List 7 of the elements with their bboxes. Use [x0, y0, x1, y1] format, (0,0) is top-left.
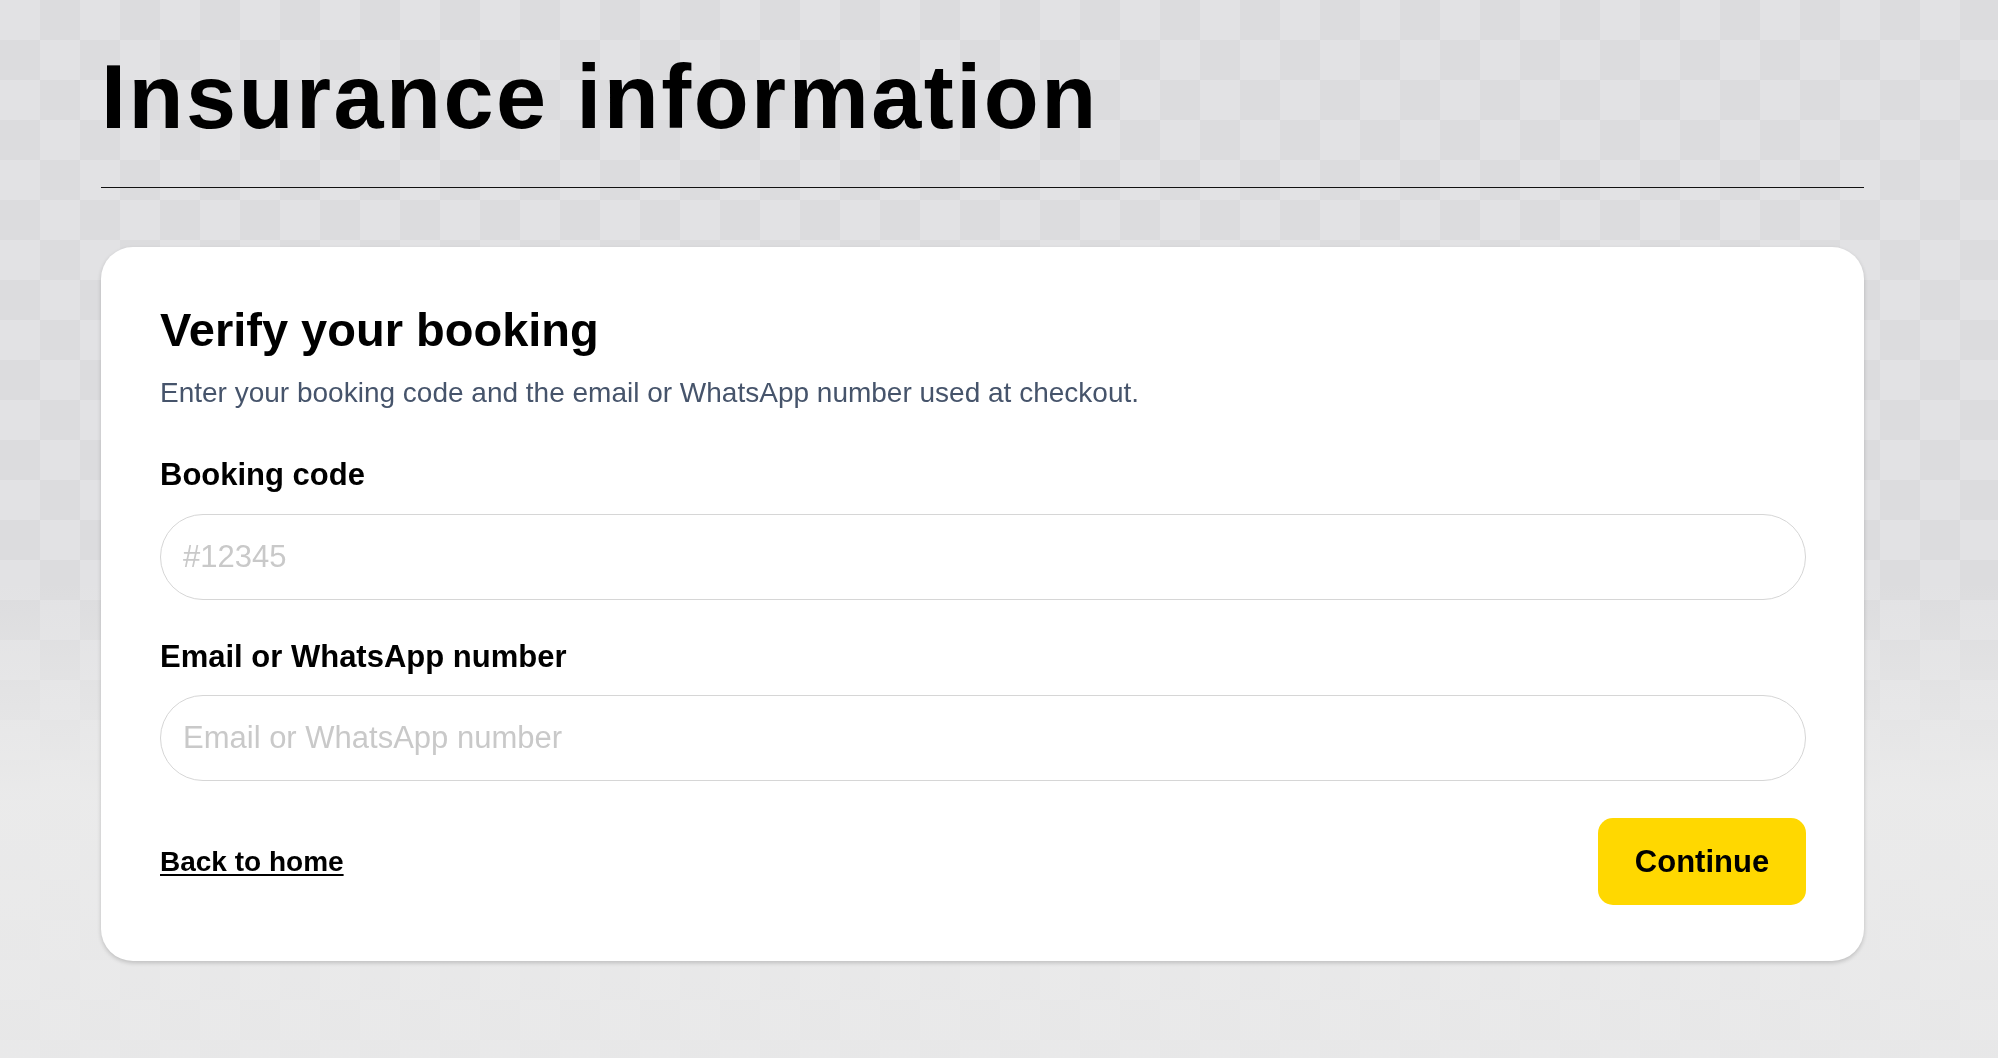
page-title: Insurance information: [101, 46, 1100, 149]
field-label: Email or WhatsApp number: [160, 637, 568, 676]
continue-button[interactable]: Continue: [1598, 818, 1806, 906]
back-link[interactable]: Back to home: [160, 840, 344, 883]
card-title: Verify your booking: [160, 302, 600, 358]
field-label: Booking code: [160, 456, 366, 495]
card-description: Enter your booking code and the email or WhatsApp number used at checkout.: [160, 376, 1140, 411]
